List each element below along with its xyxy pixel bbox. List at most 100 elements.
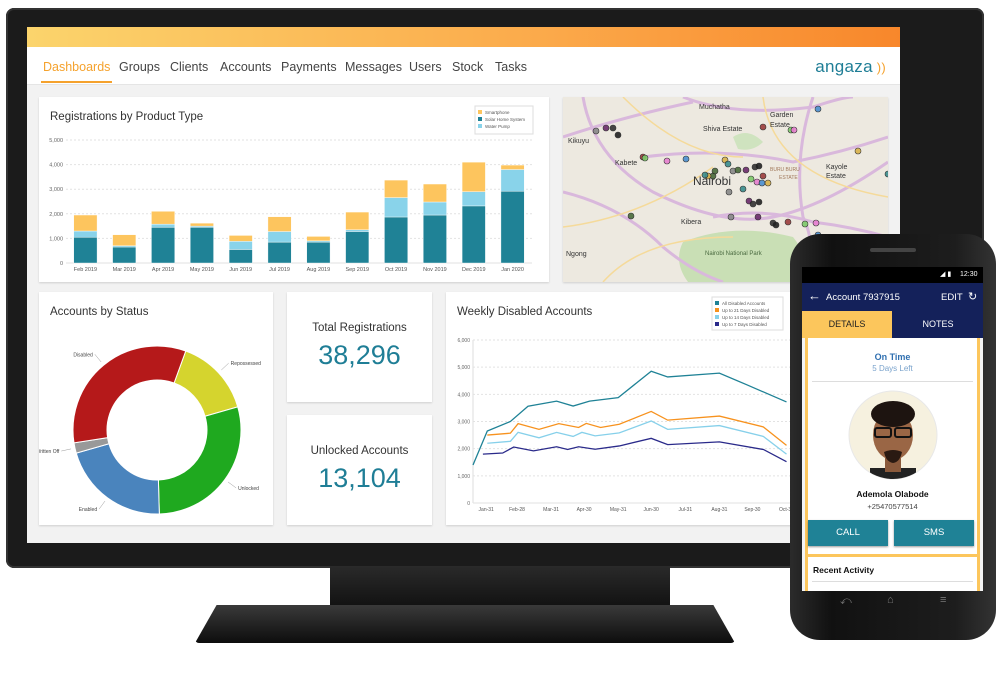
nav-messages[interactable]: Messages <box>345 60 402 74</box>
account-marker <box>814 105 822 113</box>
bar-smartphone <box>151 211 175 225</box>
sms-button[interactable]: SMS <box>894 520 974 546</box>
map-label: Muchatha <box>699 104 730 111</box>
map-label: Estate <box>770 122 790 129</box>
main-nav: Dashboards Groups Clients Accounts Payments M… <box>27 47 900 85</box>
clock: 12:30 <box>960 271 978 278</box>
account-marker <box>727 213 735 221</box>
legend-swatch <box>478 117 482 121</box>
kpi-value: 13,104 <box>318 463 401 493</box>
legend-swatch <box>478 124 482 128</box>
map-label: Kayole <box>826 164 848 171</box>
bar-solar-home-system <box>228 249 253 264</box>
back-icon[interactable]: ⤺ <box>840 595 852 608</box>
y-tick-label: 2,000 <box>49 212 63 218</box>
payment-status: On Time <box>874 352 911 362</box>
edit-button[interactable]: EDIT <box>941 292 963 303</box>
bar-smartphone <box>423 183 447 203</box>
account-marker <box>682 155 690 163</box>
bar-water-pump <box>151 223 175 228</box>
android-nav-bar: ⤺ ⌂ ≡ <box>802 591 983 613</box>
y-tick-label: 1,000 <box>457 474 470 480</box>
x-tick-label: Jul-31 <box>678 507 692 513</box>
account-marker <box>755 198 763 206</box>
bar-solar-home-system <box>267 241 292 264</box>
x-tick-label: Dec 2019 <box>462 267 486 273</box>
account-marker <box>701 171 709 179</box>
call-button[interactable]: CALL <box>808 520 888 546</box>
account-marker <box>759 172 767 180</box>
bar-smartphone <box>112 234 137 246</box>
slice-label: Enabled <box>79 507 98 513</box>
registrations-chart: 0 1,000 2,000 3,000 4,000 5,000 Feb 2019 Mar 20… <box>49 105 534 273</box>
account-marker <box>755 162 763 170</box>
bar-water-pump <box>267 231 292 243</box>
slice-leader <box>61 448 72 452</box>
x-tick-label: Jan-31 <box>479 507 495 513</box>
bar-water-pump <box>423 201 447 216</box>
legend-label: Up to 7 Days Disabled <box>722 322 767 327</box>
bar-solar-home-system <box>112 246 137 264</box>
x-tick-label: Nov 2019 <box>423 267 447 273</box>
slice-unlocked <box>157 406 242 515</box>
signal-battery-icon: ◢ ▮ <box>940 271 952 278</box>
account-marker <box>602 124 610 132</box>
nav-tasks[interactable]: Tasks <box>495 60 527 74</box>
account-title: Account 7937915 <box>826 292 900 303</box>
phone-speaker <box>870 248 916 252</box>
legend-swatch <box>478 110 482 114</box>
x-tick-label: Apr 2019 <box>152 267 174 273</box>
divider <box>812 381 973 382</box>
y-tick-label: 5,000 <box>457 365 470 371</box>
nav-users[interactable]: Users <box>409 60 442 74</box>
account-marker <box>627 212 635 220</box>
bar-smartphone <box>500 164 525 170</box>
map-label: BURU BURU <box>770 167 800 173</box>
account-marker <box>742 166 750 174</box>
angaza-logo[interactable]: angaza )) <box>815 57 886 77</box>
slice-leader <box>227 481 237 489</box>
tab-details[interactable]: DETAILS <box>802 311 892 338</box>
registrations-card: Registrations by Product Type 0 1,000 2,00… <box>39 97 549 282</box>
account-marker <box>790 126 798 134</box>
x-tick-label: Sep-30 <box>744 507 760 513</box>
x-tick-label: Oct 2019 <box>385 267 407 273</box>
account-marker <box>854 147 862 155</box>
x-tick-label: Feb-28 <box>509 507 525 513</box>
nav-dashboards[interactable]: Dashboards <box>40 60 113 83</box>
monitor-screen: Dashboards Groups Clients Accounts Payments M… <box>27 27 900 543</box>
back-arrow-icon[interactable]: ← <box>808 288 821 303</box>
legend-label: Up to 14 Days Disabled <box>722 315 770 320</box>
map-label: Estate <box>826 173 846 180</box>
kpi-label: Total Registrations <box>312 322 407 334</box>
nav-payments[interactable]: Payments <box>281 60 337 74</box>
map-label: Kibera <box>681 219 701 226</box>
bar-smartphone <box>267 216 292 232</box>
nav-accounts[interactable]: Accounts <box>220 60 271 74</box>
slice-repossessed <box>173 350 239 417</box>
divider <box>812 581 973 582</box>
nav-stock[interactable]: Stock <box>452 60 483 74</box>
slice-label: Disabled <box>73 352 93 358</box>
refresh-icon[interactable]: ↻ <box>968 290 977 303</box>
y-tick-label: 5,000 <box>49 138 63 144</box>
account-marker <box>711 167 719 175</box>
nav-groups[interactable]: Groups <box>119 60 160 74</box>
details-panel: On Time 5 Days Left Ademola Olabode +254… <box>805 338 980 591</box>
account-marker <box>725 188 733 196</box>
status-donut-chart: Repossessed Unlocked Enabled Written Off Dis… <box>39 345 261 515</box>
y-tick-label: 3,000 <box>457 420 470 426</box>
nav-clients[interactable]: Clients <box>170 60 208 74</box>
x-tick-label: Aug-31 <box>711 507 727 513</box>
home-icon[interactable]: ⌂ <box>887 594 894 606</box>
menu-icon[interactable]: ≡ <box>940 594 946 606</box>
bar-smartphone <box>345 211 370 230</box>
status-bar: ◢ ▮ 12:30 <box>802 267 983 283</box>
x-tick-label: Apr-30 <box>577 507 592 513</box>
bar-solar-home-system <box>151 227 175 264</box>
tab-notes[interactable]: NOTES <box>893 311 983 338</box>
days-left: 5 Days Left <box>872 364 913 373</box>
map-label: Ngong <box>566 251 587 258</box>
y-tick-label: 2,000 <box>457 447 470 453</box>
x-tick-label: May-31 <box>610 507 627 513</box>
